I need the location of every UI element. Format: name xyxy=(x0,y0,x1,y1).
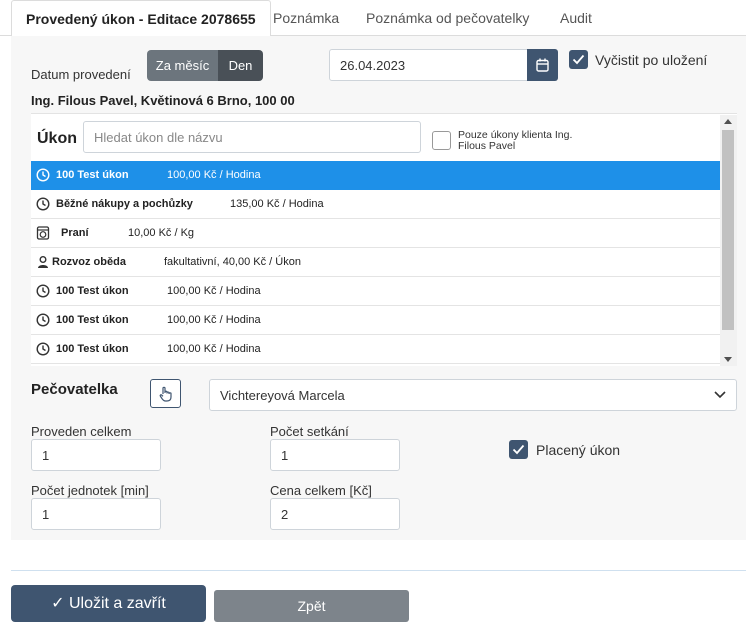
pecovatelka-title: Pečovatelka xyxy=(31,381,118,398)
date-input[interactable]: 26.04.2023 xyxy=(329,49,528,81)
tab-editace[interactable]: Provedený úkon - Editace 2078655 xyxy=(11,0,271,37)
cena-celkem-label: Cena celkem [Kč] xyxy=(270,483,372,498)
check-icon xyxy=(512,444,525,455)
tab-bar: Provedený úkon - Editace 2078655 Poznámk… xyxy=(0,0,746,37)
save-close-button[interactable]: ✓ Uložit a zavřít xyxy=(11,585,206,622)
only-client-label: Pouze úkony klienta Ing. Filous Pavel xyxy=(458,129,573,152)
scroll-up-icon[interactable] xyxy=(724,119,732,124)
ukon-row[interactable]: Rozvoz oběda fakultativní, 40,00 Kč / Úk… xyxy=(31,248,720,277)
ukon-list-scrollbar[interactable] xyxy=(720,115,737,366)
proveden-celkem-input[interactable]: 1 xyxy=(31,439,161,471)
ukon-title: Úkon xyxy=(37,130,77,147)
clock-icon xyxy=(36,342,50,356)
clock-icon xyxy=(36,313,50,327)
clock-icon xyxy=(36,197,50,211)
calendar-button[interactable] xyxy=(527,49,558,81)
mode-day-button[interactable]: Den xyxy=(218,50,263,81)
chevron-down-icon xyxy=(714,391,726,399)
calendar-icon xyxy=(536,58,549,72)
ukon-row[interactable]: 100 Test úkon 100,00 Kč / Hodina xyxy=(31,306,720,335)
tab-poznamka-pecovatelky[interactable]: Poznámka od pečovatelky xyxy=(352,0,543,37)
tab-audit[interactable]: Audit xyxy=(546,0,606,37)
clock-icon xyxy=(36,284,50,298)
tab-poznamka[interactable]: Poznámka xyxy=(259,0,353,37)
ukon-row[interactable]: Praní 10,00 Kč / Kg xyxy=(31,219,720,248)
ukon-search-input[interactable]: Hledat úkon dle názvu xyxy=(83,121,421,153)
cena-celkem-input[interactable]: 2 xyxy=(270,498,400,530)
ukon-row[interactable]: 100 Test úkon 100,00 Kč / Hodina xyxy=(31,335,720,364)
ukon-row[interactable]: Běžné nákupy a pochůzky 135,00 Kč / Hodi… xyxy=(31,190,720,219)
pocet-jednotek-label: Počet jednotek [min] xyxy=(31,483,149,498)
date-label: Datum provedení xyxy=(31,67,131,82)
pocet-setkani-input[interactable]: 1 xyxy=(270,439,400,471)
washing-machine-icon xyxy=(36,226,50,240)
placeny-ukon-checkbox[interactable] xyxy=(509,440,528,459)
scrollbar-thumb[interactable] xyxy=(722,130,734,330)
person-icon xyxy=(38,256,48,268)
pocet-jednotek-input[interactable]: 1 xyxy=(31,498,161,530)
clock-icon xyxy=(36,168,50,182)
pecovatelka-select[interactable]: Vichtereyová Marcela xyxy=(209,379,737,411)
check-icon xyxy=(572,54,585,65)
proveden-celkem-label: Proveden celkem xyxy=(31,424,132,439)
footer-divider xyxy=(11,570,746,571)
client-info: Ing. Filous Pavel, Květinová 6 Brno, 100… xyxy=(31,93,295,108)
ukon-row[interactable]: 100 Test úkon 100,00 Kč / Hodina xyxy=(31,161,720,190)
placeny-ukon-label: Placený úkon xyxy=(536,442,621,458)
ukon-row[interactable]: 100 Test úkon 100,00 Kč / Hodina xyxy=(31,277,720,306)
mode-month-button[interactable]: Za měsíc xyxy=(147,50,218,81)
hand-pointer-icon xyxy=(159,386,172,402)
only-client-checkbox[interactable] xyxy=(432,131,451,150)
clear-after-save-checkbox[interactable] xyxy=(569,50,588,69)
clear-after-save-label: Vyčistit po uložení xyxy=(595,52,708,68)
pick-pecovatelka-button[interactable] xyxy=(150,379,181,408)
back-button[interactable]: Zpět xyxy=(214,590,409,622)
ukon-list: 100 Test úkon 100,00 Kč / Hodina Běžné n… xyxy=(31,161,720,366)
pocet-setkani-label: Počet setkání xyxy=(270,424,349,439)
scroll-down-icon[interactable] xyxy=(724,357,732,362)
